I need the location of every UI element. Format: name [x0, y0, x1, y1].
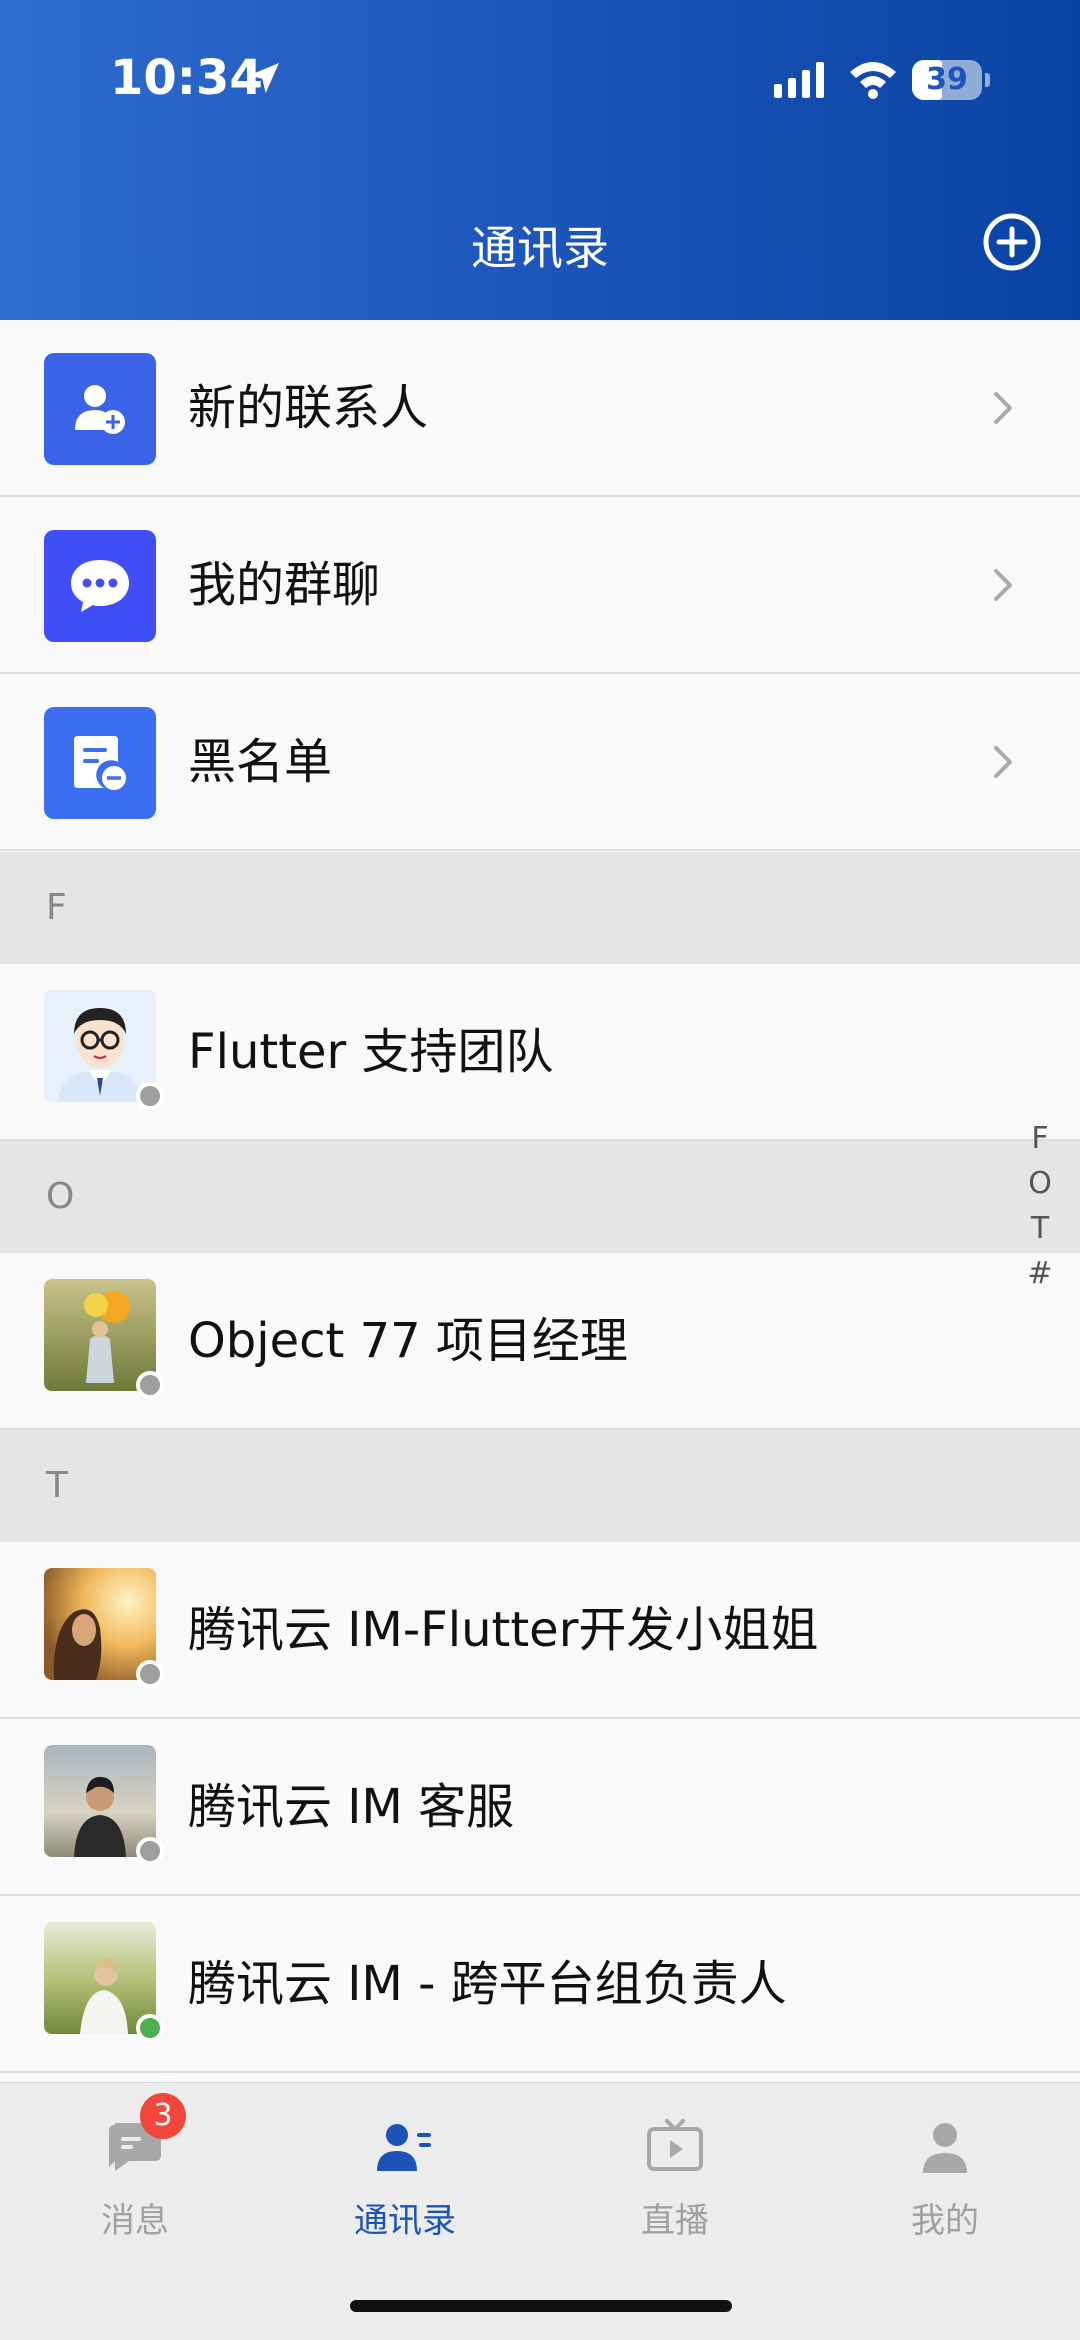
tab-live[interactable]: 直播 — [540, 2083, 810, 2283]
battery-level: 39 — [926, 62, 968, 97]
contact-name: 腾讯云 IM 客服 — [188, 1779, 515, 1835]
group-chat-icon — [44, 530, 156, 642]
status-bar: 10:34 39 — [0, 0, 1080, 160]
contact-name: 腾讯云 IM - 跨平台组负责人 — [188, 1956, 787, 2012]
tab-label: 我的 — [911, 2201, 979, 2241]
battery-indicator: 39 — [912, 60, 990, 100]
my-groups-label: 我的群聊 — [188, 557, 381, 613]
tab-messages[interactable]: 3 消息 — [0, 2083, 270, 2283]
section-letter: T — [46, 1465, 68, 1506]
offline-status-dot — [136, 1837, 164, 1865]
tab-label: 通讯录 — [354, 2201, 456, 2241]
index-letter-o[interactable]: O — [1022, 1161, 1058, 1206]
add-icon[interactable] — [982, 212, 1042, 272]
index-letter-f[interactable]: F — [1022, 1116, 1058, 1161]
section-header-f: F — [0, 852, 1080, 964]
contact-name: 腾讯云 IM-Flutter开发小姐姐 — [188, 1602, 819, 1658]
live-tv-icon — [647, 2119, 703, 2171]
home-indicator[interactable] — [350, 2300, 732, 2312]
blacklist-row[interactable]: 黑名单 — [0, 674, 1080, 851]
index-letter-t[interactable]: T — [1022, 1206, 1058, 1251]
contact-row[interactable]: Object 77 项目经理 — [0, 1253, 1080, 1430]
index-letter-hash[interactable]: # — [1022, 1251, 1058, 1296]
tab-label: 消息 — [101, 2201, 169, 2241]
tab-profile[interactable]: 我的 — [810, 2083, 1080, 2283]
contact-row[interactable]: 腾讯云 IM - 跨平台组负责人 — [0, 1896, 1080, 2073]
tab-contacts[interactable]: 通讯录 — [270, 2083, 540, 2283]
tab-label: 直播 — [641, 2201, 709, 2241]
new-contacts-label: 新的联系人 — [188, 380, 429, 436]
offline-status-dot — [136, 1660, 164, 1688]
chevron-right-icon — [994, 392, 1012, 424]
contact-row[interactable]: Flutter 支持团队 — [0, 964, 1080, 1141]
contact-name: Object 77 项目经理 — [188, 1313, 628, 1369]
profile-icon — [923, 2123, 967, 2173]
new-contacts-row[interactable]: 新的联系人 — [0, 320, 1080, 497]
contact-row[interactable]: 腾讯云 IM-Flutter开发小姐姐 — [0, 1542, 1080, 1719]
chevron-right-icon — [994, 569, 1012, 601]
my-groups-row[interactable]: 我的群聊 — [0, 497, 1080, 674]
add-contact-icon — [44, 353, 156, 465]
blacklist-label: 黑名单 — [188, 734, 333, 790]
blacklist-icon — [44, 707, 156, 819]
chevron-right-icon — [994, 746, 1012, 778]
section-letter: O — [46, 1176, 75, 1217]
status-time: 10:34 — [110, 50, 263, 106]
unread-badge: 3 — [140, 2093, 186, 2139]
alphabet-index-bar[interactable]: F O T # — [1022, 1116, 1058, 1296]
cellular-signal-icon — [774, 62, 824, 98]
contact-row[interactable]: 腾讯云 IM 客服 — [0, 1719, 1080, 1896]
contacts-icon — [377, 2124, 431, 2171]
contact-name: Flutter 支持团队 — [188, 1024, 554, 1080]
offline-status-dot — [136, 1082, 164, 1110]
section-letter: F — [46, 887, 67, 928]
section-header-o: O — [0, 1141, 1080, 1253]
header: 10:34 39 通讯录 — [0, 0, 1080, 320]
wifi-icon — [850, 62, 896, 99]
section-header-t: T — [0, 1430, 1080, 1542]
page-title: 通讯录 — [471, 221, 609, 275]
online-status-dot — [136, 2014, 164, 2042]
offline-status-dot — [136, 1371, 164, 1399]
location-arrow-icon — [249, 63, 279, 93]
